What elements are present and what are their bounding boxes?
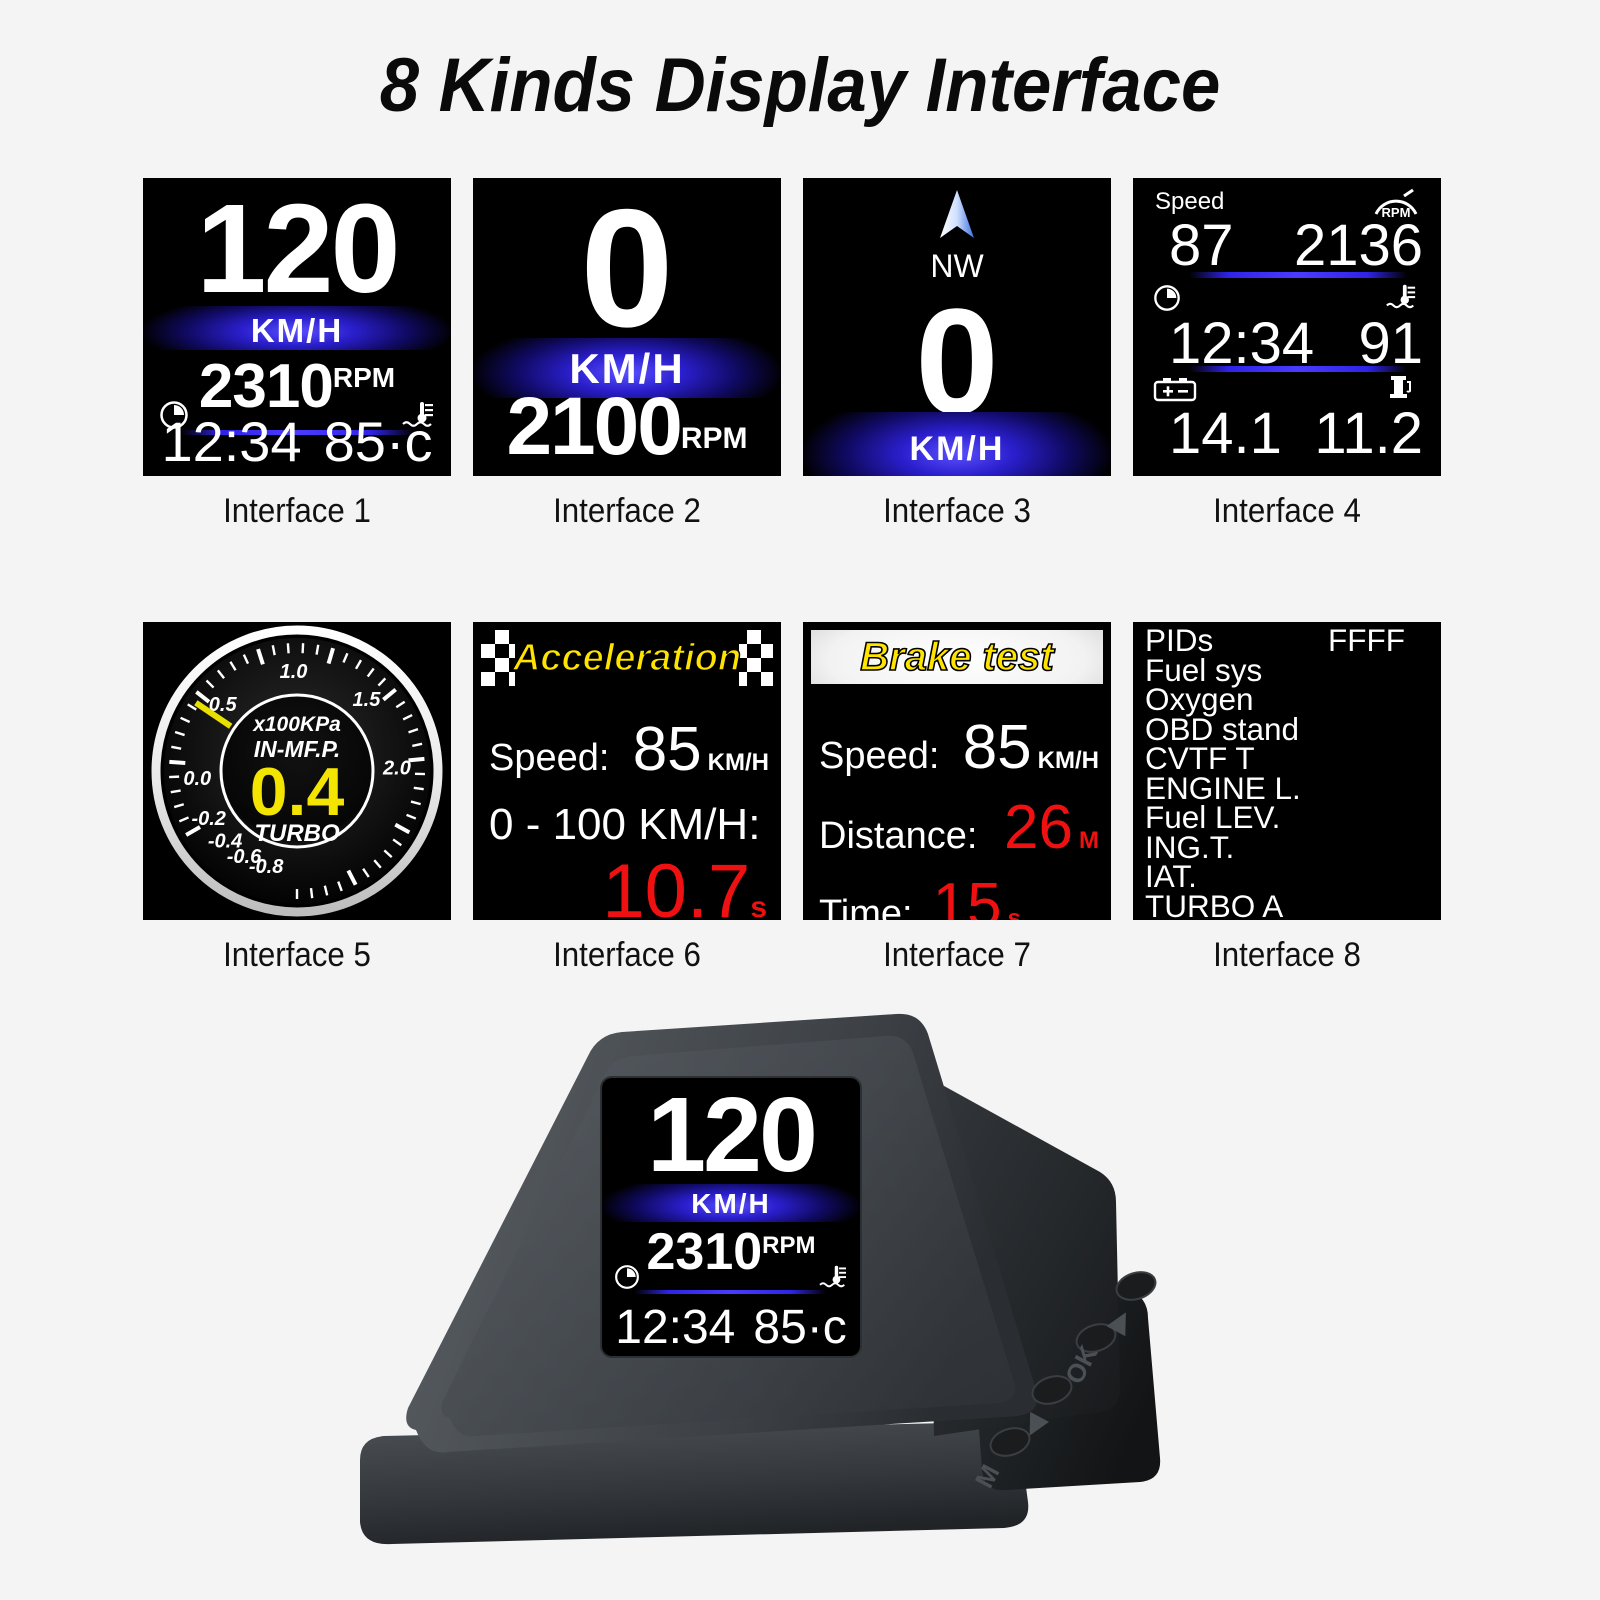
device-screen-holder: 120 KM/H 2310RPM 12:34 85·c xyxy=(602,1078,860,1356)
row-battery-fuel: 14.1 11.2 xyxy=(1147,372,1427,466)
interface-cell-6: Acceleration Speed: 85 KM/H 0 - 100 KM/H… xyxy=(473,622,781,975)
brake-test-banner: Brake test xyxy=(811,630,1103,684)
rpm-row: 2100RPM xyxy=(473,386,781,468)
time-label: Time: xyxy=(819,893,913,920)
bottom-row: 12:34 85·c xyxy=(143,414,451,470)
svg-text:TURBO: TURBO xyxy=(254,820,340,847)
speed-unit: KM/H xyxy=(569,345,685,392)
device-bottom-row: 12:34 85·c xyxy=(602,1304,860,1352)
device-divider-line xyxy=(634,1290,826,1294)
speed-unit: KM/H xyxy=(1037,747,1099,774)
speed-row: Speed: 85 KM/H xyxy=(489,714,769,785)
distance-unit: M xyxy=(1079,827,1099,854)
speed-row: Speed: 85 KM/H xyxy=(819,712,1099,783)
product-infographic: 8 Kinds Display Interface 120 KM/H 2310R… xyxy=(0,0,1600,1600)
interface-cell-4: Speed RPM 87 2136 12:34 91 14.1 11.2 Int… xyxy=(1133,178,1441,531)
distance-value: 26 xyxy=(1004,793,1073,862)
page-title: 8 Kinds Display Interface xyxy=(379,43,1221,128)
battery-value: 14.1 xyxy=(1169,401,1282,466)
svg-text:-0.4: -0.4 xyxy=(208,830,242,852)
time-row: Time: 15 s xyxy=(819,870,1099,920)
interface-4-screen[interactable]: Speed RPM 87 2136 12:34 91 14.1 11.2 xyxy=(1133,178,1441,476)
interface-cell-8: PIDs FFFF Fuel sys Oxygen OBD stand CVTF T ENG… xyxy=(1133,622,1441,975)
rpm-value: 2100 xyxy=(506,381,682,472)
compass-arrow-icon xyxy=(803,188,1111,251)
rpm-unit: RPM xyxy=(332,362,396,393)
interface-cell-2: 0 KM/H 2100RPM Interface 2 xyxy=(473,178,781,531)
rpm-unit: RPM xyxy=(680,422,748,455)
interface-cell-1: 120 KM/H 2310RPM 12:34 85·c Interface 1 xyxy=(143,178,451,531)
banner-label: Brake test xyxy=(859,634,1054,680)
row-speed-rpm: Speed RPM 87 2136 xyxy=(1147,188,1427,280)
speed-label: Speed: xyxy=(819,735,940,777)
acceleration-banner: Acceleration xyxy=(481,630,773,686)
test-result: 10.7s xyxy=(473,848,767,920)
caption-5: Interface 5 xyxy=(223,936,371,974)
speed-unit: KM/H xyxy=(909,430,1005,468)
caption-1: Interface 1 xyxy=(223,492,371,530)
turbo-unit-top: x100KPa xyxy=(252,713,341,736)
speed-value: 85 xyxy=(962,713,1032,782)
speed-label: Speed: xyxy=(489,737,610,779)
divider-line xyxy=(1189,272,1407,278)
speed-value: 87 xyxy=(1169,213,1234,278)
time-unit: s xyxy=(1007,905,1021,920)
device-clock-value: 12:34 xyxy=(615,1301,736,1354)
interface-3-screen[interactable]: NW 0 KM/H xyxy=(803,178,1111,476)
interface-8-screen[interactable]: PIDs FFFF Fuel sys Oxygen OBD stand CVTF T ENG… xyxy=(1133,622,1441,920)
hud-device-photo: M ◀ OK ▶ 120 KM/H 2310RPM 12:34 85·c xyxy=(330,990,1270,1570)
gauge-rows: Speed RPM 87 2136 12:34 91 14.1 11.2 xyxy=(1133,178,1441,476)
svg-text:1.0: 1.0 xyxy=(280,661,308,683)
clock-value: 12:34 xyxy=(161,410,302,473)
speed-unit: KM/H xyxy=(250,312,344,349)
svg-text:0.4: 0.4 xyxy=(250,754,345,830)
temp-value: 85·c xyxy=(323,410,433,473)
pid-list[interactable]: PIDs FFFF Fuel sys Oxygen OBD stand CVTF T ENG… xyxy=(1133,622,1441,920)
svg-text:1.5: 1.5 xyxy=(353,689,382,711)
test-value: 10.7 xyxy=(602,849,751,920)
test-label: 0 - 100 KM/H: xyxy=(489,800,761,849)
device-screen[interactable]: 120 KM/H 2310RPM 12:34 85·c xyxy=(602,1078,860,1356)
speed-unit: KM/H xyxy=(707,749,769,776)
row-clock-temp: 12:34 91 xyxy=(1147,280,1427,376)
interface-2-screen[interactable]: 0 KM/H 2100RPM xyxy=(473,178,781,476)
distance-row: Distance: 26 M xyxy=(819,792,1099,863)
caption-4: Interface 4 xyxy=(1213,492,1361,530)
rpm-value: 2136 xyxy=(1293,213,1423,278)
banner-label: Acceleration xyxy=(512,636,742,680)
interface-6-screen[interactable]: Acceleration Speed: 85 KM/H 0 - 100 KM/H… xyxy=(473,622,781,920)
pid-item[interactable]: TURBO A xyxy=(1145,890,1441,920)
speed-value: 0 xyxy=(580,178,674,362)
speed-value: 120 xyxy=(196,178,400,319)
interface-7-screen[interactable]: Brake test Speed: 85 KM/H Distance: 26 M… xyxy=(803,622,1111,920)
time-value: 15 xyxy=(932,871,1002,920)
svg-text:-0.2: -0.2 xyxy=(191,808,225,830)
turbo-gauge: -0.8 -0.6 -0.4 -0.2 0.0 0.5 1.0 1.5 2.0 x100KPa … xyxy=(143,622,451,920)
device-rpm-unit: RPM xyxy=(762,1232,816,1259)
device-rpm-value: 2310 xyxy=(646,1223,763,1281)
interface-1-screen[interactable]: 120 KM/H 2310RPM 12:34 85·c xyxy=(143,178,451,476)
distance-label: Distance: xyxy=(819,815,978,857)
caption-8: Interface 8 xyxy=(1213,936,1361,974)
interface-cell-3: NW 0 KM/H Interface 3 xyxy=(803,178,1111,531)
interface-cell-5: -0.8 -0.6 -0.4 -0.2 0.0 0.5 1.0 1.5 2.0 x100KPa … xyxy=(143,622,451,975)
device-speed-value: 120 xyxy=(647,1078,818,1194)
speed-value: 85 xyxy=(632,715,702,784)
fuel-value: 11.2 xyxy=(1314,401,1423,466)
svg-text:2.0: 2.0 xyxy=(382,758,411,780)
caption-2: Interface 2 xyxy=(553,492,701,530)
device-temp-value: 85·c xyxy=(753,1301,847,1354)
caption-6: Interface 6 xyxy=(553,936,701,974)
interface-cell-7: Brake test Speed: 85 KM/H Distance: 26 M… xyxy=(803,622,1111,975)
test-unit: s xyxy=(750,891,767,920)
caption-3: Interface 3 xyxy=(883,492,1031,530)
svg-text:0.0: 0.0 xyxy=(183,768,211,790)
pid-header-value: FFFF xyxy=(1328,622,1405,658)
caption-7: Interface 7 xyxy=(883,936,1031,974)
interface-5-screen[interactable]: -0.8 -0.6 -0.4 -0.2 0.0 0.5 1.0 1.5 2.0 x100KPa … xyxy=(143,622,451,920)
device-speed-unit: KM/H xyxy=(691,1188,771,1219)
